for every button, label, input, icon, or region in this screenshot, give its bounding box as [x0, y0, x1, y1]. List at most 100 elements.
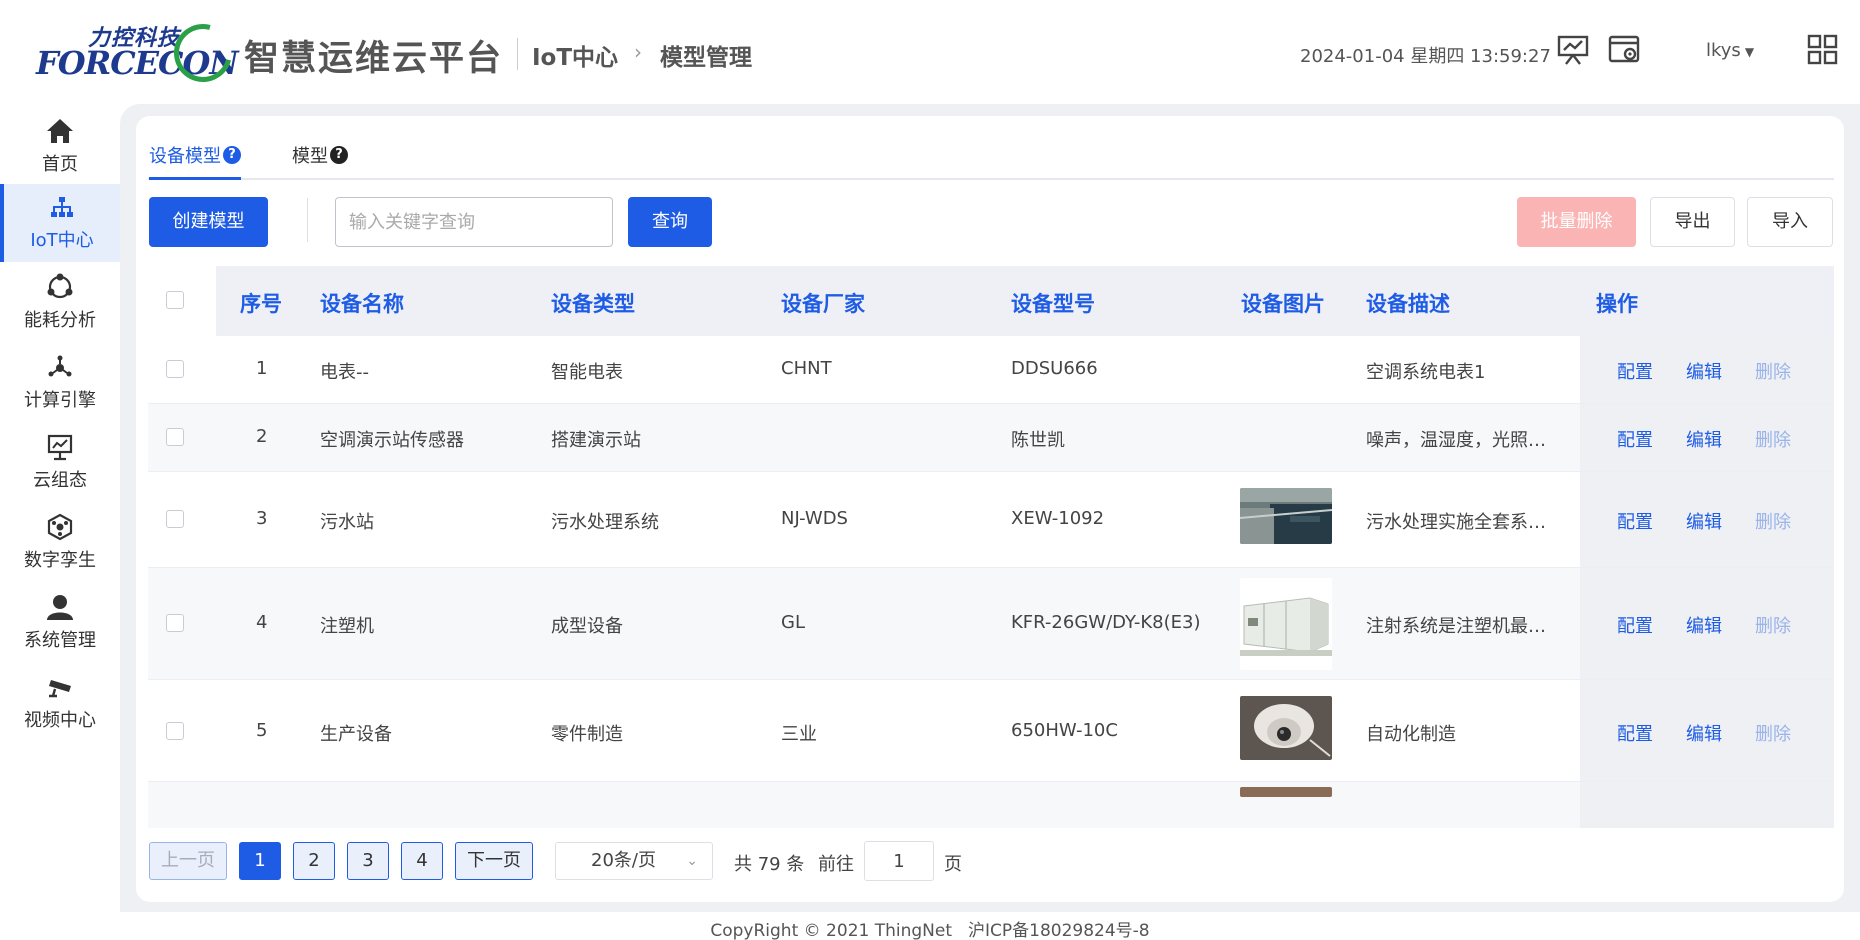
table-row[interactable]: 3 污水站 污水处理系统 NJ-WDS XEW-1092 污水处理实施全套系统…… [148, 472, 1834, 568]
user-name: lkys [1706, 40, 1741, 61]
tab-device-model[interactable]: 设备模型? [149, 142, 241, 180]
edit-link[interactable]: 编辑 [1686, 508, 1722, 534]
delete-link[interactable]: 删除 [1755, 720, 1791, 746]
search-input[interactable] [335, 197, 613, 247]
engine-nodes-icon [48, 355, 72, 377]
cell-description: 空调系统电表1 [1366, 362, 1486, 383]
settings-window-icon[interactable] [1608, 34, 1642, 66]
page-button-1[interactable]: 1 [239, 842, 281, 880]
device-model-table: 序号 设备名称 设备类型 设备厂家 设备型号 设备图片 设备描述 操作 1 电表… [148, 266, 1834, 828]
column-header-actions: 操作 [1596, 292, 1638, 316]
export-button[interactable]: 导出 [1650, 197, 1735, 247]
table-row[interactable]: 1 电表-- 智能电表 CHNT DDSU666 空调系统电表1 配置 编辑 删… [148, 336, 1834, 404]
sidebar-item-system-management[interactable]: 系统管理 [0, 584, 120, 662]
column-header-model[interactable]: 设备型号 [1011, 288, 1095, 318]
column-header-description[interactable]: 设备描述 [1366, 288, 1450, 318]
column-header-name[interactable]: 设备名称 [320, 288, 404, 318]
cell-name: 生产设备 [320, 724, 392, 745]
table-row-partial [148, 782, 1834, 828]
config-link[interactable]: 配置 [1617, 426, 1653, 452]
cell-description: 注射系统是注塑机最主… [1366, 616, 1560, 637]
grid-apps-icon[interactable] [1806, 34, 1840, 66]
sidebar-item-iot-center[interactable]: IoT中心 [0, 184, 120, 262]
user-menu[interactable]: lkys ▼ [1706, 40, 1754, 61]
row-checkbox[interactable] [166, 428, 184, 446]
edit-link[interactable]: 编辑 [1686, 426, 1722, 452]
config-link[interactable]: 配置 [1617, 358, 1653, 384]
column-header-vendor[interactable]: 设备厂家 [781, 288, 865, 318]
dome-camera-photo[interactable] [1240, 696, 1332, 760]
select-all-checkbox[interactable] [166, 291, 184, 309]
cell-name: 电表-- [320, 362, 369, 383]
goto-label: 前往 [818, 854, 854, 875]
edit-link[interactable]: 编辑 [1686, 358, 1722, 384]
sidebar-item-digital-twin[interactable]: 数字孪生 [0, 504, 120, 582]
cell-type: 智能电表 [551, 362, 623, 383]
row-checkbox[interactable] [166, 614, 184, 632]
help-icon[interactable]: ? [223, 146, 241, 164]
user-icon [47, 595, 73, 620]
delete-link[interactable]: 删除 [1755, 612, 1791, 638]
row-checkbox[interactable] [166, 722, 184, 740]
row-checkbox[interactable] [166, 510, 184, 528]
cell-vendor: GL [781, 612, 805, 633]
top-header: 力控科技 FORCECON 智慧运维云平台 IoT中心 › 模型管理 2024-… [0, 0, 1860, 104]
sidebar-item-video-center[interactable]: 视频中心 [0, 664, 120, 742]
page-button-3[interactable]: 3 [347, 842, 389, 880]
cell-index: 3 [256, 508, 268, 529]
cell-description: 噪声，温湿度，光照，… [1366, 430, 1560, 451]
cell-type: 成型设备 [551, 616, 623, 637]
delete-link[interactable]: 删除 [1755, 426, 1791, 452]
sidebar-item-cloud-scada[interactable]: 云组态 [0, 424, 120, 502]
row-checkbox[interactable] [166, 360, 184, 378]
sidebar-item-home[interactable]: 首页 [0, 108, 120, 186]
page-suffix: 页 [944, 854, 962, 875]
batch-delete-button[interactable]: 批量删除 [1517, 197, 1636, 247]
column-header-type[interactable]: 设备类型 [551, 288, 635, 318]
home-icon [47, 119, 73, 143]
cell-model: XEW-1092 [1011, 508, 1105, 529]
air-unit-photo[interactable] [1240, 578, 1332, 670]
cell-type: 搭建演示站 [551, 430, 641, 451]
next-page-button[interactable]: 下一页 [455, 842, 533, 880]
help-icon[interactable]: ? [330, 146, 348, 164]
footer: CopyRight © 2021 ThingNet 沪ICP备18029824号-… [0, 916, 1860, 940]
cell-vendor: 三业 [781, 724, 817, 745]
page-size-select[interactable]: 20条/页 ⌄ [555, 842, 713, 880]
create-model-button[interactable]: 创建模型 [149, 197, 268, 247]
config-link[interactable]: 配置 [1617, 612, 1653, 638]
column-header-image[interactable]: 设备图片 [1241, 288, 1325, 318]
query-button[interactable]: 查询 [628, 197, 712, 247]
cell-index: 2 [256, 426, 268, 447]
icp-link[interactable]: 沪ICP备18029824号-8 [968, 921, 1150, 940]
import-button[interactable]: 导入 [1747, 197, 1833, 247]
sidebar: 首页 IoT中心 能耗分析 计算引擎 云组态 数字孪生 系统管理 视频中心 [0, 104, 120, 940]
sidebar-item-energy-analysis[interactable]: 能耗分析 [0, 264, 120, 342]
cell-model: 650HW-10C [1011, 720, 1118, 741]
prev-page-button[interactable]: 上一页 [149, 842, 227, 880]
delete-link[interactable]: 删除 [1755, 358, 1791, 384]
config-link[interactable]: 配置 [1617, 720, 1653, 746]
edit-link[interactable]: 编辑 [1686, 720, 1722, 746]
edit-link[interactable]: 编辑 [1686, 612, 1722, 638]
table-row[interactable]: 5 生产设备 零件制造 三业 650HW-10C 自动化制造 配置 编辑 删除 [148, 680, 1834, 782]
sidebar-item-compute-engine[interactable]: 计算引擎 [0, 344, 120, 422]
datetime-display: 2024-01-04 星期四 13:59:27 [1300, 46, 1551, 67]
cell-name: 污水站 [320, 512, 374, 533]
cell-index: 5 [256, 720, 268, 741]
page-button-4[interactable]: 4 [401, 842, 443, 880]
config-link[interactable]: 配置 [1617, 508, 1653, 534]
monitor-icon [47, 434, 73, 461]
title-separator [517, 38, 518, 70]
table-row[interactable]: 2 空调演示站传感器 搭建演示站 陈世凯 噪声，温湿度，光照，… 配置 编辑 删… [148, 404, 1834, 472]
cell-index: 1 [256, 358, 268, 379]
sewage-tank-photo[interactable] [1240, 488, 1332, 544]
table-row[interactable]: 4 注塑机 成型设备 GL KFR-26GW/DY-K8(E3) 注射系统是注塑… [148, 568, 1834, 680]
tab-model[interactable]: 模型? [292, 142, 348, 180]
breadcrumb-iot-center[interactable]: IoT中心 [532, 38, 618, 72]
page-button-2[interactable]: 2 [293, 842, 335, 880]
column-header-index[interactable]: 序号 [240, 288, 282, 318]
goto-page-input[interactable] [864, 841, 934, 881]
presentation-icon[interactable] [1556, 34, 1590, 66]
delete-link[interactable]: 删除 [1755, 508, 1791, 534]
